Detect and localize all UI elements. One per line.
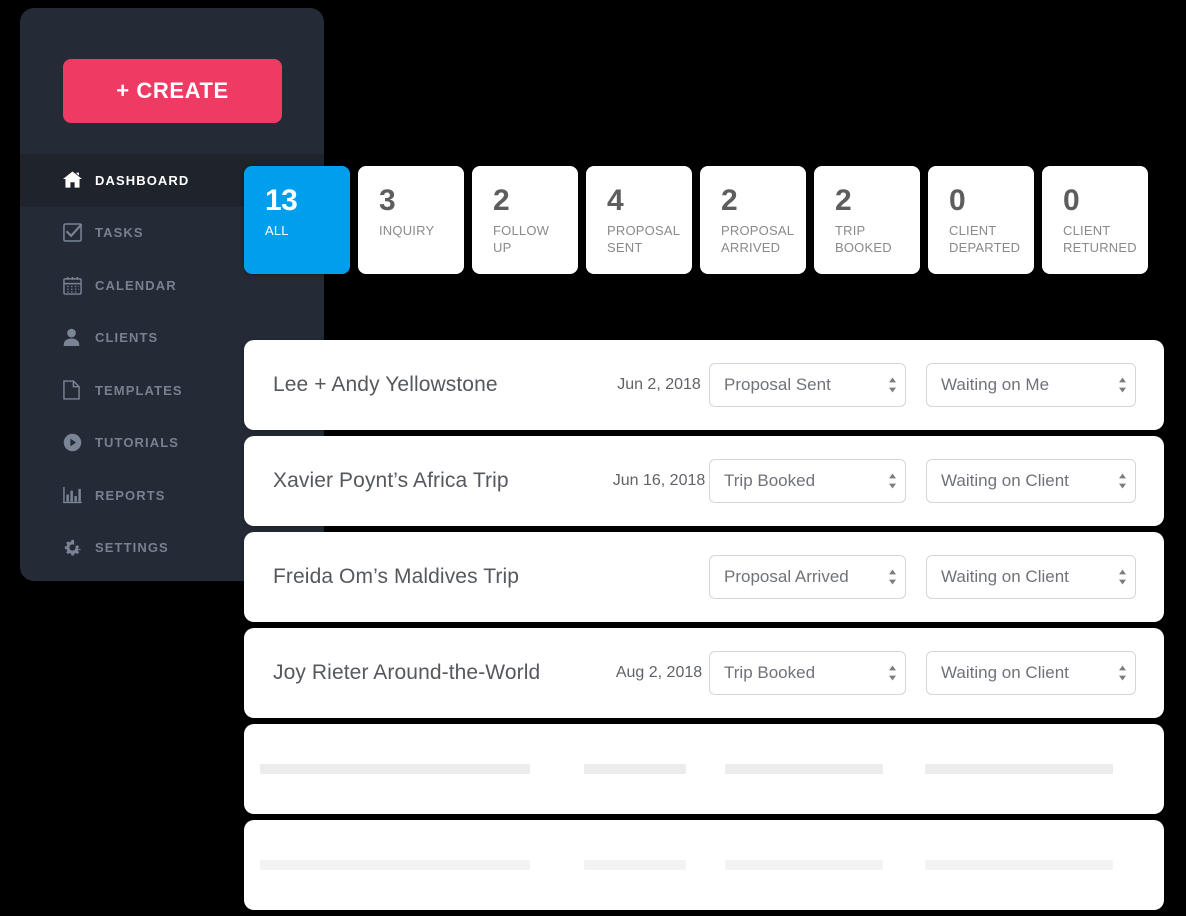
trip-waiting-value: Waiting on Client [941, 567, 1069, 586]
stat-count: 0 [949, 184, 966, 217]
stat-card-all[interactable]: 13 ALL [244, 166, 350, 274]
trip-list: Lee + Andy Yellowstone Jun 2, 2018 Propo… [244, 340, 1164, 916]
stat-count: 2 [493, 184, 510, 217]
stat-card-proposal-sent[interactable]: 4 PROPOSAL SENT [586, 166, 692, 274]
placeholder-bar [584, 764, 686, 774]
stat-label: ALL [265, 223, 289, 238]
stat-count: 0 [1063, 184, 1080, 217]
trip-name: Xavier Poynt’s Africa Trip [273, 469, 509, 492]
sidebar-item-label: TASKS [95, 225, 144, 241]
chevron-updown-icon [879, 376, 905, 394]
table-row[interactable]: Freida Om’s Maldives Trip Proposal Arriv… [244, 532, 1164, 622]
trip-waiting-select[interactable]: Waiting on Client [926, 459, 1136, 503]
table-row[interactable]: Lee + Andy Yellowstone Jun 2, 2018 Propo… [244, 340, 1164, 430]
trip-name: Freida Om’s Maldives Trip [273, 565, 520, 588]
trip-name: Joy Rieter Around-the-World [273, 661, 541, 684]
stat-label: TRIP BOOKED [835, 223, 892, 255]
placeholder-bar [725, 764, 883, 774]
list-item-placeholder [244, 724, 1164, 814]
stat-count: 4 [607, 184, 624, 217]
stat-card-client-departed[interactable]: 0 CLIENT DEPARTED [928, 166, 1034, 274]
placeholder-bar [260, 860, 530, 870]
trip-waiting-select[interactable]: Waiting on Client [926, 555, 1136, 599]
trip-status-value: Proposal Arrived [724, 567, 849, 586]
table-row[interactable]: Joy Rieter Around-the-World Aug 2, 2018 … [244, 628, 1164, 718]
stat-label: CLIENT RETURNED [1063, 223, 1137, 255]
sidebar-item-label: CALENDAR [95, 277, 177, 293]
trip-status-select[interactable]: Trip Booked [709, 459, 906, 503]
trip-name: Lee + Andy Yellowstone [273, 373, 498, 396]
trip-status-select[interactable]: Proposal Arrived [709, 555, 906, 599]
placeholder-bar [725, 860, 883, 870]
play-circle-icon [63, 432, 89, 454]
placeholder-bar [584, 860, 686, 870]
trip-waiting-value: Waiting on Client [941, 663, 1069, 682]
stat-card-follow-up[interactable]: 2 FOLLOW UP [472, 166, 578, 274]
chevron-updown-icon [1109, 472, 1135, 490]
document-icon [63, 379, 89, 401]
stat-count: 13 [265, 184, 298, 217]
checkbox-icon [63, 222, 89, 244]
gear-icon [63, 537, 89, 559]
sidebar-item-label: TUTORIALS [95, 435, 180, 451]
stat-label: PROPOSAL SENT [607, 223, 680, 255]
stat-label: FOLLOW UP [493, 223, 550, 255]
chevron-updown-icon [879, 664, 905, 682]
chevron-updown-icon [879, 472, 905, 490]
stat-card-trip-booked[interactable]: 2 TRIP BOOKED [814, 166, 920, 274]
trip-status-select[interactable]: Proposal Sent [709, 363, 906, 407]
sidebar-item-label: SETTINGS [95, 540, 169, 556]
stat-cards: 13 ALL 3 INQUIRY 2 FOLLOW UP 4 PROPOSAL … [244, 166, 1156, 274]
chevron-updown-icon [879, 568, 905, 586]
table-row[interactable]: Xavier Poynt’s Africa Trip Jun 16, 2018 … [244, 436, 1164, 526]
stat-label: PROPOSAL ARRIVED [721, 223, 794, 255]
placeholder-bar [260, 764, 530, 774]
sidebar-item-label: DASHBOARD [95, 172, 190, 188]
placeholder-bar [925, 764, 1113, 774]
create-button[interactable]: + CREATE [63, 59, 282, 123]
stat-card-inquiry[interactable]: 3 INQUIRY [358, 166, 464, 274]
trip-status-value: Trip Booked [724, 663, 816, 682]
person-icon [63, 327, 89, 349]
stat-card-proposal-arrived[interactable]: 2 PROPOSAL ARRIVED [700, 166, 806, 274]
stat-label: INQUIRY [379, 223, 435, 238]
chevron-updown-icon [1109, 664, 1135, 682]
stat-label: CLIENT DEPARTED [949, 223, 1021, 255]
trip-waiting-select[interactable]: Waiting on Client [926, 651, 1136, 695]
sidebar-item-label: TEMPLATES [95, 382, 183, 398]
stat-count: 2 [721, 184, 738, 217]
chevron-updown-icon [1109, 376, 1135, 394]
placeholder-bar [925, 860, 1113, 870]
trip-status-value: Trip Booked [724, 471, 816, 490]
home-icon [63, 169, 89, 191]
dashboard-app: + CREATE DASHBOARD TASKS CALENDAR CLIENT… [0, 0, 1186, 910]
trip-waiting-value: Waiting on Client [941, 471, 1069, 490]
sidebar-item-label: REPORTS [95, 487, 166, 503]
stat-count: 3 [379, 184, 396, 217]
sidebar-item-label: CLIENTS [95, 330, 159, 346]
chevron-updown-icon [1109, 568, 1135, 586]
stat-count: 2 [835, 184, 852, 217]
stat-card-client-returned[interactable]: 0 CLIENT RETURNED [1042, 166, 1148, 274]
trip-status-value: Proposal Sent [724, 375, 831, 394]
bar-chart-icon [63, 484, 89, 506]
trip-waiting-select[interactable]: Waiting on Me [926, 363, 1136, 407]
trip-status-select[interactable]: Trip Booked [709, 651, 906, 695]
trip-waiting-value: Waiting on Me [941, 375, 1050, 394]
calendar-icon [63, 274, 89, 296]
list-item-placeholder [244, 820, 1164, 910]
